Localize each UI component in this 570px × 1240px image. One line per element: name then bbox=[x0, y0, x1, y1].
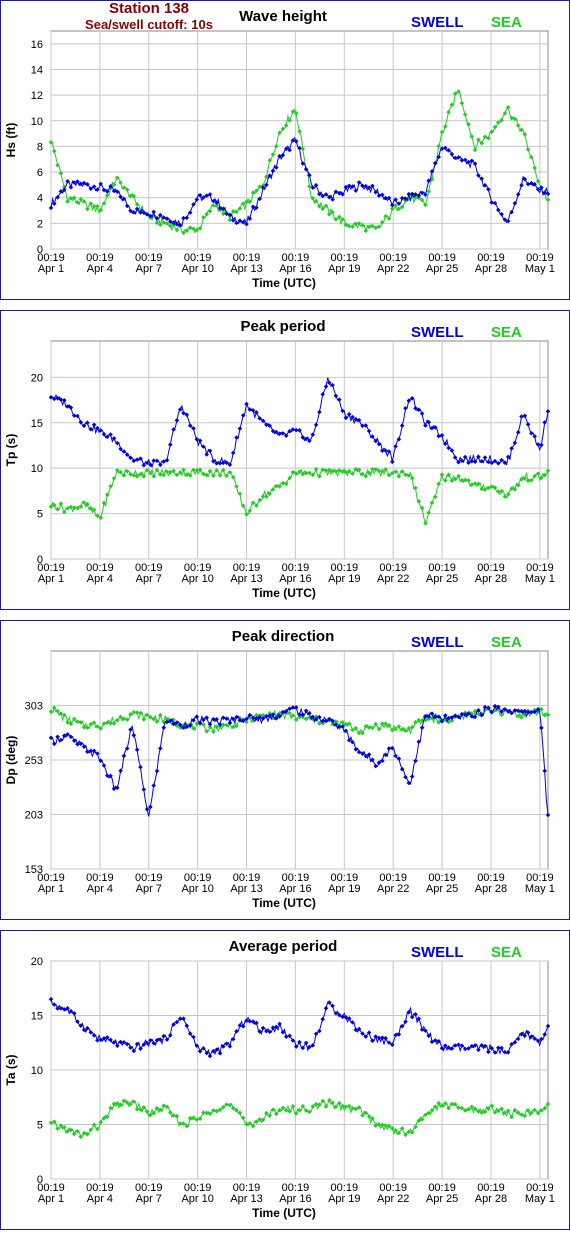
x-tick-date: Apr 13 bbox=[230, 263, 262, 275]
legend-swell: SWELL bbox=[411, 324, 464, 341]
x-tick-date: Apr 22 bbox=[377, 1193, 409, 1205]
legend-swell: SWELL bbox=[411, 634, 464, 651]
y-tick-label: 10 bbox=[31, 116, 43, 128]
y-axis-label: Tp (s) bbox=[4, 434, 18, 467]
y-tick-label: 20 bbox=[31, 956, 43, 968]
plot-area bbox=[50, 340, 549, 560]
x-tick-date: Apr 28 bbox=[475, 883, 507, 895]
x-tick-date: Apr 16 bbox=[279, 1193, 311, 1205]
x-axis-label: Time (UTC) bbox=[252, 276, 316, 290]
x-axis-label: Time (UTC) bbox=[252, 586, 316, 600]
average-period-chart: 0510152000:19Apr 100:19Apr 400:19Apr 700… bbox=[4, 938, 555, 1220]
x-tick-date: Apr 10 bbox=[181, 573, 213, 585]
y-tick-label: 203 bbox=[25, 810, 43, 822]
cutoff-label: Sea/swell cutoff: 10s bbox=[85, 17, 213, 32]
x-tick-date: Apr 19 bbox=[328, 263, 360, 275]
x-tick-date: May 1 bbox=[525, 263, 555, 275]
x-tick-date: Apr 1 bbox=[38, 1193, 64, 1205]
x-tick-date: Apr 13 bbox=[230, 573, 262, 585]
y-tick-label: 15 bbox=[31, 418, 43, 430]
x-tick-date: Apr 4 bbox=[87, 573, 113, 585]
x-tick-date: Apr 25 bbox=[426, 883, 458, 895]
y-axis-label: Hs (ft) bbox=[4, 123, 18, 158]
wave-height-chart: 024681012141600:19Apr 100:19Apr 400:19Ap… bbox=[4, 8, 555, 290]
station-title: Station 138 bbox=[108, 0, 190, 17]
y-tick-label: 253 bbox=[25, 755, 43, 767]
legend-sea: SEA bbox=[491, 14, 522, 31]
y-tick-label: 303 bbox=[25, 701, 43, 713]
y-tick-label: 8 bbox=[37, 141, 43, 153]
x-axis-label: Time (UTC) bbox=[252, 1206, 316, 1220]
x-tick-date: Apr 28 bbox=[475, 573, 507, 585]
legend-swell: SWELL bbox=[411, 14, 464, 31]
y-tick-label: 4 bbox=[37, 193, 43, 205]
x-tick-date: Apr 1 bbox=[38, 883, 64, 895]
x-tick-date: Apr 1 bbox=[38, 573, 64, 585]
chart-title: Peak direction bbox=[232, 628, 335, 645]
y-tick-label: 10 bbox=[31, 1065, 43, 1077]
x-tick-date: Apr 25 bbox=[426, 263, 458, 275]
peak-direction-chart: 15320325330300:19Apr 100:19Apr 400:19Apr… bbox=[4, 628, 555, 910]
x-tick-date: Apr 7 bbox=[136, 573, 162, 585]
x-tick-date: May 1 bbox=[525, 1193, 555, 1205]
y-tick-label: 20 bbox=[31, 372, 43, 384]
chart-title: Average period bbox=[229, 938, 338, 955]
y-axis-label: Dp (deg) bbox=[4, 736, 18, 785]
y-tick-label: 15 bbox=[31, 1011, 43, 1023]
x-tick-date: Apr 4 bbox=[87, 1193, 113, 1205]
x-tick-date: Apr 28 bbox=[475, 1193, 507, 1205]
x-tick-date: Apr 25 bbox=[426, 573, 458, 585]
x-axis-label: Time (UTC) bbox=[252, 896, 316, 910]
y-tick-label: 14 bbox=[31, 64, 43, 76]
x-tick-date: Apr 25 bbox=[426, 1193, 458, 1205]
y-tick-label: 5 bbox=[37, 1120, 43, 1132]
plot-area bbox=[50, 30, 549, 250]
x-tick-date: Apr 7 bbox=[136, 883, 162, 895]
legend-swell: SWELL bbox=[411, 944, 464, 961]
y-tick-label: 16 bbox=[31, 39, 43, 51]
y-tick-label: 5 bbox=[37, 509, 43, 521]
x-tick-date: Apr 13 bbox=[230, 1193, 262, 1205]
x-tick-date: Apr 19 bbox=[328, 883, 360, 895]
x-tick-date: Apr 19 bbox=[328, 573, 360, 585]
x-tick-date: Apr 10 bbox=[181, 1193, 213, 1205]
chart-title: Wave height bbox=[239, 8, 327, 25]
peak-direction-panel: 153 203 253 303 00:19 Apr 1 00:19 Apr 4 00:19 Apr… bbox=[0, 620, 570, 920]
average-period-panel: 0 5 10 15 20 00:19 Apr 1 00:19 Apr 4 00:19 Apr 7 00… bbox=[0, 930, 570, 1230]
y-axis-label: Ta (s) bbox=[4, 1054, 18, 1085]
y-tick-label: 10 bbox=[31, 463, 43, 475]
peak-period-chart: 0510152000:19Apr 100:19Apr 400:19Apr 700… bbox=[4, 318, 555, 600]
x-tick-date: Apr 10 bbox=[181, 263, 213, 275]
x-tick-date: Apr 22 bbox=[377, 263, 409, 275]
y-tick-label: 2 bbox=[37, 218, 43, 230]
legend-sea: SEA bbox=[491, 944, 522, 961]
x-tick-date: Apr 10 bbox=[181, 883, 213, 895]
x-tick-date: Apr 16 bbox=[279, 573, 311, 585]
x-tick-date: May 1 bbox=[525, 573, 555, 585]
x-tick-date: Apr 7 bbox=[136, 263, 162, 275]
x-tick-date: Apr 4 bbox=[87, 263, 113, 275]
x-tick-date: Apr 28 bbox=[475, 263, 507, 275]
y-tick-label: 6 bbox=[37, 167, 43, 179]
y-tick-label: 12 bbox=[31, 90, 43, 102]
x-tick-date: Apr 19 bbox=[328, 1193, 360, 1205]
x-tick-date: Apr 22 bbox=[377, 883, 409, 895]
x-tick-date: Apr 4 bbox=[87, 883, 113, 895]
x-tick-date: Apr 16 bbox=[279, 883, 311, 895]
x-tick-date: Apr 22 bbox=[377, 573, 409, 585]
peak-period-panel: 0 5 10 15 20 00:19 Apr 1 00:19 Apr 4 00:19 Apr 7 00… bbox=[0, 310, 570, 610]
legend-sea: SEA bbox=[491, 634, 522, 651]
x-tick-date: Apr 7 bbox=[136, 1193, 162, 1205]
wave-height-panel: 0 2 4 6 8 10 12 14 16 00:19 Apr 1 00:19 Apr 4 00:19 Ap… bbox=[0, 0, 570, 300]
legend-sea: SEA bbox=[491, 324, 522, 341]
chart-title: Peak period bbox=[240, 318, 325, 335]
station-header: Station 138 Sea/swell cutoff: 10s bbox=[49, 1, 249, 33]
x-tick-date: Apr 16 bbox=[279, 263, 311, 275]
x-tick-date: May 1 bbox=[525, 883, 555, 895]
x-tick-date: Apr 13 bbox=[230, 883, 262, 895]
x-tick-date: Apr 1 bbox=[38, 263, 64, 275]
